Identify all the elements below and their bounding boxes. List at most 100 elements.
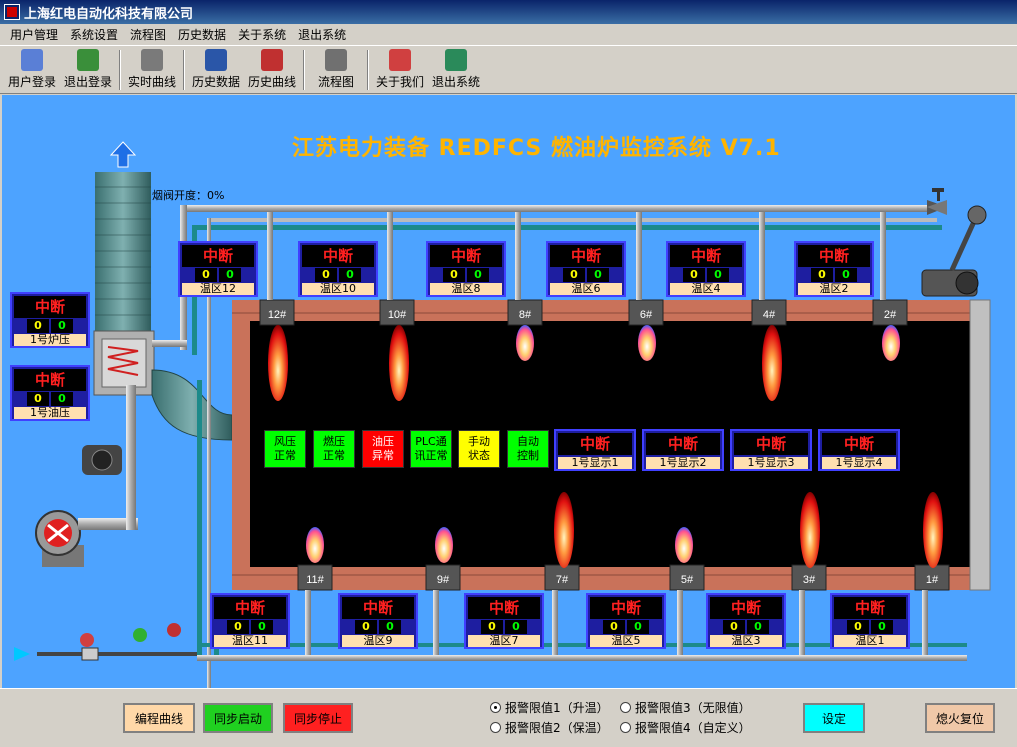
radio-dot: [490, 702, 501, 713]
zone-panel-9: 中断 00 温区9: [338, 593, 418, 649]
toolbar-separator: [119, 50, 121, 90]
value-2: 0: [251, 620, 273, 634]
status-line-2: 状态: [468, 449, 490, 462]
flue-duct: [151, 369, 233, 441]
user-login-icon: [21, 49, 43, 71]
alarm-text: 中断: [468, 597, 540, 619]
alarm-text: 中断: [14, 369, 86, 391]
radio-label: 报警限值1（升温）: [505, 701, 609, 715]
menu-exit-system[interactable]: 退出系统: [292, 26, 352, 43]
panel-label: 1号显示4: [822, 457, 896, 469]
display-panel-1: 中断 1号显示1: [554, 429, 636, 471]
radio-dot: [620, 702, 631, 713]
history-curve-label: 历史曲线: [247, 75, 296, 89]
burner-label: 9#: [437, 574, 450, 586]
menu-flowchart[interactable]: 流程图: [124, 26, 172, 43]
radio-label: 报警限值3（无限值）: [635, 701, 751, 715]
value-2: 0: [379, 620, 401, 634]
menu-user-management[interactable]: 用户管理: [4, 26, 64, 43]
panel-label: 1号显示3: [734, 457, 808, 469]
exhaust-arrow-icon: [109, 141, 137, 168]
flowchart-button[interactable]: 流程图: [308, 47, 364, 93]
sync-stop-button[interactable]: 同步停止: [283, 703, 353, 733]
value-2: 0: [871, 620, 893, 634]
zone-panel-10: 中断 00 温区10: [298, 241, 378, 297]
display-panel-4: 中断 1号显示4: [818, 429, 900, 471]
alarm-text: 中断: [550, 245, 622, 267]
realtime-curve-button[interactable]: 实时曲线: [124, 47, 180, 93]
radio-dot: [490, 722, 501, 733]
panel-label: 温区6: [550, 283, 622, 295]
status-line-2: 讯正常: [414, 449, 448, 462]
alarm-text: 中断: [182, 245, 254, 267]
alarm-text: 中断: [590, 597, 662, 619]
flameout-reset-button[interactable]: 熄火复位: [925, 703, 995, 733]
logout-label: 退出登录: [63, 75, 112, 89]
value-1: 0: [27, 392, 49, 406]
flowchart-label: 流程图: [317, 75, 354, 89]
toolbar-separator: [367, 50, 369, 90]
alarm-limit-1-radio[interactable]: 报警限值1（升温）: [490, 699, 609, 716]
toolbar: 用户登录 退出登录 实时曲线 历史数据 历史曲线 流程图 关于我们 退出系统: [0, 46, 1017, 94]
alarm-text: 中断: [342, 597, 414, 619]
display-panel-3: 中断 1号显示3: [730, 429, 812, 471]
process-canvas: 12# 10# 8# 6# 4# 2# 11# 9# 7# 5# 3# 1# 江…: [2, 95, 1015, 688]
top-pipe: [180, 205, 932, 212]
display-panel-2: 中断 1号显示2: [642, 429, 724, 471]
set-button[interactable]: 设定: [803, 703, 865, 733]
logout-icon: [77, 49, 99, 71]
status-gas-pressure: 燃压 正常: [313, 430, 355, 468]
alarm-limit-4-radio[interactable]: 报警限值4（自定义）: [620, 719, 751, 736]
value-2: 0: [339, 268, 361, 282]
value-2: 0: [835, 268, 857, 282]
zone-panel-4: 中断 00 温区4: [666, 241, 746, 297]
status-line-1: PLC通: [415, 435, 447, 448]
burner-label: 11#: [306, 574, 324, 586]
alarm-limit-3-radio[interactable]: 报警限值3（无限值）: [620, 699, 751, 716]
menu-about-system[interactable]: 关于系统: [232, 26, 292, 43]
status-manual: 手动 状态: [458, 430, 500, 468]
alarm-text: 中断: [14, 296, 86, 318]
panel-label: 温区9: [342, 635, 414, 647]
panel-label: 1号显示1: [558, 457, 632, 469]
history-curve-icon: [261, 49, 283, 71]
status-wind-pressure: 风压 正常: [264, 430, 306, 468]
radio-label: 报警限值2（保温）: [505, 721, 609, 735]
value-1: 0: [355, 620, 377, 634]
toolbar-separator: [183, 50, 185, 90]
window-title: 上海红电自动化科技有限公司: [24, 6, 194, 22]
alarm-text: 中断: [430, 245, 502, 267]
alarm-text: 中断: [822, 433, 896, 455]
about-button[interactable]: 关于我们: [372, 47, 428, 93]
history-data-label: 历史数据: [191, 75, 240, 89]
status-line-1: 自动: [517, 435, 539, 448]
burner-label: 1#: [926, 574, 939, 586]
burner-label: 7#: [556, 574, 569, 586]
user-login-label: 用户登录: [7, 75, 56, 89]
alarm-limit-2-radio[interactable]: 报警限值2（保温）: [490, 719, 609, 736]
menu-system-settings[interactable]: 系统设置: [64, 26, 124, 43]
value-1: 0: [847, 620, 869, 634]
edit-curve-button[interactable]: 编程曲线: [123, 703, 195, 733]
status-line-2: 正常: [323, 449, 345, 462]
alarm-text: 中断: [302, 245, 374, 267]
logout-button[interactable]: 退出登录: [60, 47, 116, 93]
value-2: 0: [587, 268, 609, 282]
panel-label: 温区3: [710, 635, 782, 647]
user-login-button[interactable]: 用户登录: [4, 47, 60, 93]
value-1: 0: [227, 620, 249, 634]
realtime-curve-label: 实时曲线: [127, 75, 176, 89]
sync-start-button[interactable]: 同步启动: [203, 703, 273, 733]
alarm-text: 中断: [646, 433, 720, 455]
value-1: 0: [603, 620, 625, 634]
zone-panel-5: 中断 00 温区5: [586, 593, 666, 649]
exit-icon: [445, 49, 467, 71]
burner-label: 4#: [763, 309, 776, 321]
damper-opening: 烟阀开度：0%: [152, 189, 225, 202]
menu-history-data[interactable]: 历史数据: [172, 26, 232, 43]
panel-label: 温区7: [468, 635, 540, 647]
history-data-icon: [205, 49, 227, 71]
exit-button[interactable]: 退出系统: [428, 47, 484, 93]
history-curve-button[interactable]: 历史曲线: [244, 47, 300, 93]
history-data-button[interactable]: 历史数据: [188, 47, 244, 93]
